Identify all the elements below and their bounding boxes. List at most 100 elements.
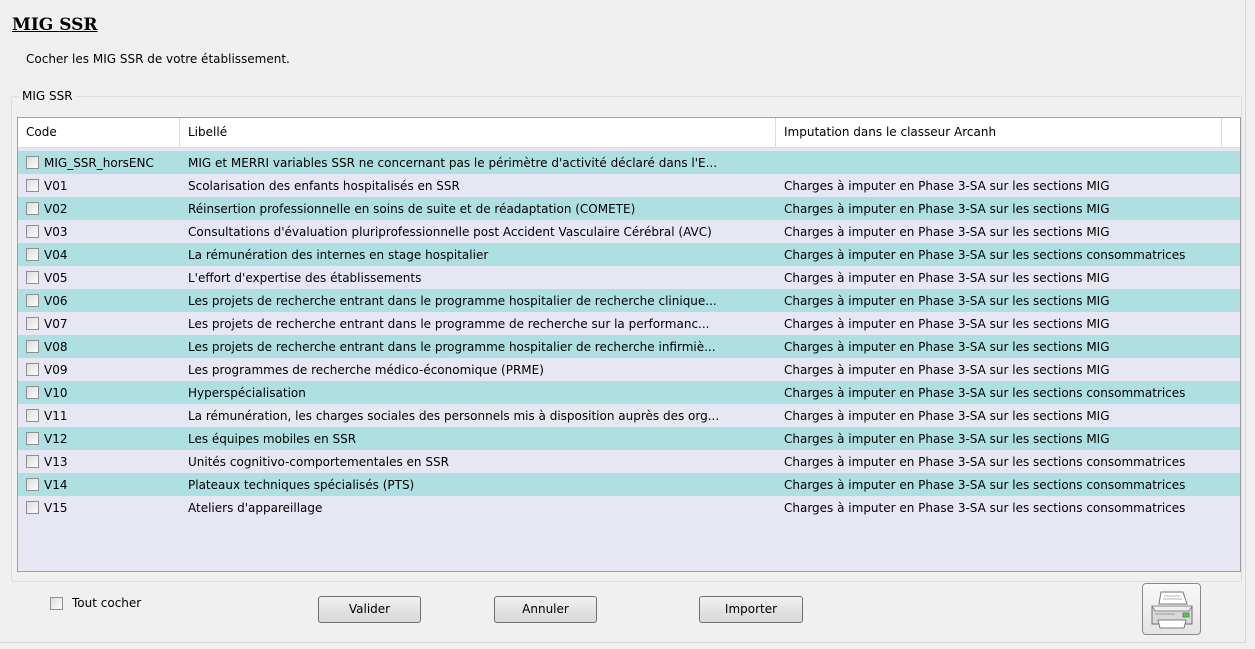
row-checkbox[interactable] <box>26 340 39 353</box>
table-row[interactable]: V08 Les projets de recherche entrant dans… <box>18 335 1240 358</box>
code-cell: V04 <box>18 248 180 262</box>
table-row[interactable]: V06 Les projets de recherche entrant dans… <box>18 289 1240 312</box>
code-value: MIG_SSR_horsENC <box>44 155 154 170</box>
imputation-cell: Charges à imputer en Phase 3-SA sur les … <box>784 270 1110 285</box>
validate-button[interactable]: Valider <box>318 596 421 623</box>
select-all-control[interactable]: Tout cocher <box>50 596 141 610</box>
libelle-cell: Consultations d'évaluation pluriprofessi… <box>188 224 712 239</box>
code-value: V06 <box>44 293 68 308</box>
code-cell: V11 <box>18 409 180 423</box>
code-cell: V09 <box>18 363 180 377</box>
import-button[interactable]: Importer <box>699 596 803 623</box>
imputation-cell: Charges à imputer en Phase 3-SA sur les … <box>784 339 1110 354</box>
libelle-cell: Unités cognitivo-comportementales en SSR <box>188 454 449 469</box>
row-checkbox[interactable] <box>26 156 39 169</box>
row-checkbox[interactable] <box>26 225 39 238</box>
table-row[interactable]: V13 Unités cognitivo-comportementales en … <box>18 450 1240 473</box>
print-button[interactable] <box>1142 583 1201 635</box>
code-cell: V03 <box>18 225 180 239</box>
column-header-code[interactable]: Code <box>18 118 180 147</box>
imputation-cell: Charges à imputer en Phase 3-SA sur les … <box>784 431 1110 446</box>
code-cell: V08 <box>18 340 180 354</box>
code-cell: V01 <box>18 179 180 193</box>
table-header: Code Libellé Imputation dans le classeur… <box>18 118 1240 148</box>
mig-table: Code Libellé Imputation dans le classeur… <box>17 117 1241 572</box>
code-value: V02 <box>44 201 68 216</box>
row-checkbox[interactable] <box>26 179 39 192</box>
code-cell: V07 <box>18 317 180 331</box>
row-checkbox[interactable] <box>26 386 39 399</box>
table-row[interactable]: V09 Les programmes de recherche médico-éc… <box>18 358 1240 381</box>
row-checkbox[interactable] <box>26 248 39 261</box>
table-row[interactable]: V04 La rémunération des internes en stage… <box>18 243 1240 266</box>
code-value: V12 <box>44 431 68 446</box>
table-body: MIG_SSR_horsENC MIG et MERRI variables SS… <box>18 151 1240 519</box>
select-all-label: Tout cocher <box>72 596 142 610</box>
libelle-cell: L'effort d'expertise des établissements <box>188 270 422 285</box>
imputation-cell: Charges à imputer en Phase 3-SA sur les … <box>784 178 1110 193</box>
table-row[interactable]: V01 Scolarisation des enfants hospitalisé… <box>18 174 1240 197</box>
libelle-cell: Les programmes de recherche médico-écono… <box>188 362 544 377</box>
table-row[interactable]: V05 L'effort d'expertise des établissemen… <box>18 266 1240 289</box>
table-row[interactable]: MIG_SSR_horsENC MIG et MERRI variables SS… <box>18 151 1240 174</box>
code-value: V09 <box>44 362 68 377</box>
row-checkbox[interactable] <box>26 363 39 376</box>
table-row[interactable]: V12 Les équipes mobiles en SSR Charges à i… <box>18 427 1240 450</box>
row-checkbox[interactable] <box>26 202 39 215</box>
row-checkbox[interactable] <box>26 478 39 491</box>
imputation-cell: Charges à imputer en Phase 3-SA sur les … <box>784 454 1186 469</box>
column-header-imputation[interactable]: Imputation dans le classeur Arcanh <box>776 118 1222 147</box>
imputation-cell: Charges à imputer en Phase 3-SA sur les … <box>784 247 1186 262</box>
libelle-cell: Les projets de recherche entrant dans le… <box>188 316 710 331</box>
libelle-cell: La rémunération, les charges sociales de… <box>188 408 720 423</box>
row-checkbox[interactable] <box>26 501 39 514</box>
code-value: V03 <box>44 224 68 239</box>
imputation-cell: Charges à imputer en Phase 3-SA sur les … <box>784 385 1186 400</box>
imputation-cell: Charges à imputer en Phase 3-SA sur les … <box>784 293 1110 308</box>
imputation-cell: Charges à imputer en Phase 3-SA sur les … <box>784 362 1110 377</box>
code-cell: V14 <box>18 478 180 492</box>
table-row[interactable]: V11 La rémunération, les charges sociales… <box>18 404 1240 427</box>
table-row[interactable]: V10 Hyperspécialisation Charges à imputer … <box>18 381 1240 404</box>
imputation-cell: Charges à imputer en Phase 3-SA sur les … <box>784 500 1186 515</box>
code-value: V10 <box>44 385 68 400</box>
row-checkbox[interactable] <box>26 294 39 307</box>
imputation-cell: Charges à imputer en Phase 3-SA sur les … <box>784 408 1110 423</box>
column-header-libelle[interactable]: Libellé <box>180 118 776 147</box>
table-row[interactable]: V07 Les projets de recherche entrant dans… <box>18 312 1240 335</box>
table-row[interactable]: V15 Ateliers d'appareillage Charges à impu… <box>18 496 1240 519</box>
code-cell: V15 <box>18 501 180 515</box>
page-title: MIG SSR <box>12 15 98 35</box>
libelle-cell: La rémunération des internes en stage ho… <box>188 247 489 262</box>
row-checkbox[interactable] <box>26 271 39 284</box>
column-header-filler <box>1222 118 1240 147</box>
code-value: V04 <box>44 247 68 262</box>
libelle-cell: MIG et MERRI variables SSR ne concernant… <box>188 155 718 170</box>
libelle-cell: Les projets de recherche entrant dans le… <box>188 339 716 354</box>
libelle-cell: Les projets de recherche entrant dans le… <box>188 293 717 308</box>
row-checkbox[interactable] <box>26 432 39 445</box>
groupbox-legend: MIG SSR <box>19 89 76 103</box>
select-all-checkbox[interactable] <box>50 596 63 610</box>
code-cell: V05 <box>18 271 180 285</box>
code-cell: V10 <box>18 386 180 400</box>
libelle-cell: Scolarisation des enfants hospitalisés e… <box>188 178 460 193</box>
row-checkbox[interactable] <box>26 455 39 468</box>
code-cell: MIG_SSR_horsENC <box>18 156 180 170</box>
libelle-cell: Réinsertion professionnelle en soins de … <box>188 201 636 216</box>
cancel-button[interactable]: Annuler <box>494 596 597 623</box>
table-row[interactable]: V02 Réinsertion professionnelle en soins … <box>18 197 1240 220</box>
imputation-cell: Charges à imputer en Phase 3-SA sur les … <box>784 201 1110 216</box>
page-subtitle: Cocher les MIG SSR de votre établissemen… <box>26 52 290 66</box>
row-checkbox[interactable] <box>26 409 39 422</box>
code-value: V13 <box>44 454 68 469</box>
printer-icon <box>1151 591 1193 629</box>
imputation-cell: Charges à imputer en Phase 3-SA sur les … <box>784 224 1110 239</box>
table-row[interactable]: V14 Plateaux techniques spécialisés (PTS)… <box>18 473 1240 496</box>
code-value: V01 <box>44 178 68 193</box>
row-checkbox[interactable] <box>26 317 39 330</box>
imputation-cell: Charges à imputer en Phase 3-SA sur les … <box>784 316 1110 331</box>
code-value: V07 <box>44 316 68 331</box>
code-cell: V02 <box>18 202 180 216</box>
table-row[interactable]: V03 Consultations d'évaluation pluriprofe… <box>18 220 1240 243</box>
